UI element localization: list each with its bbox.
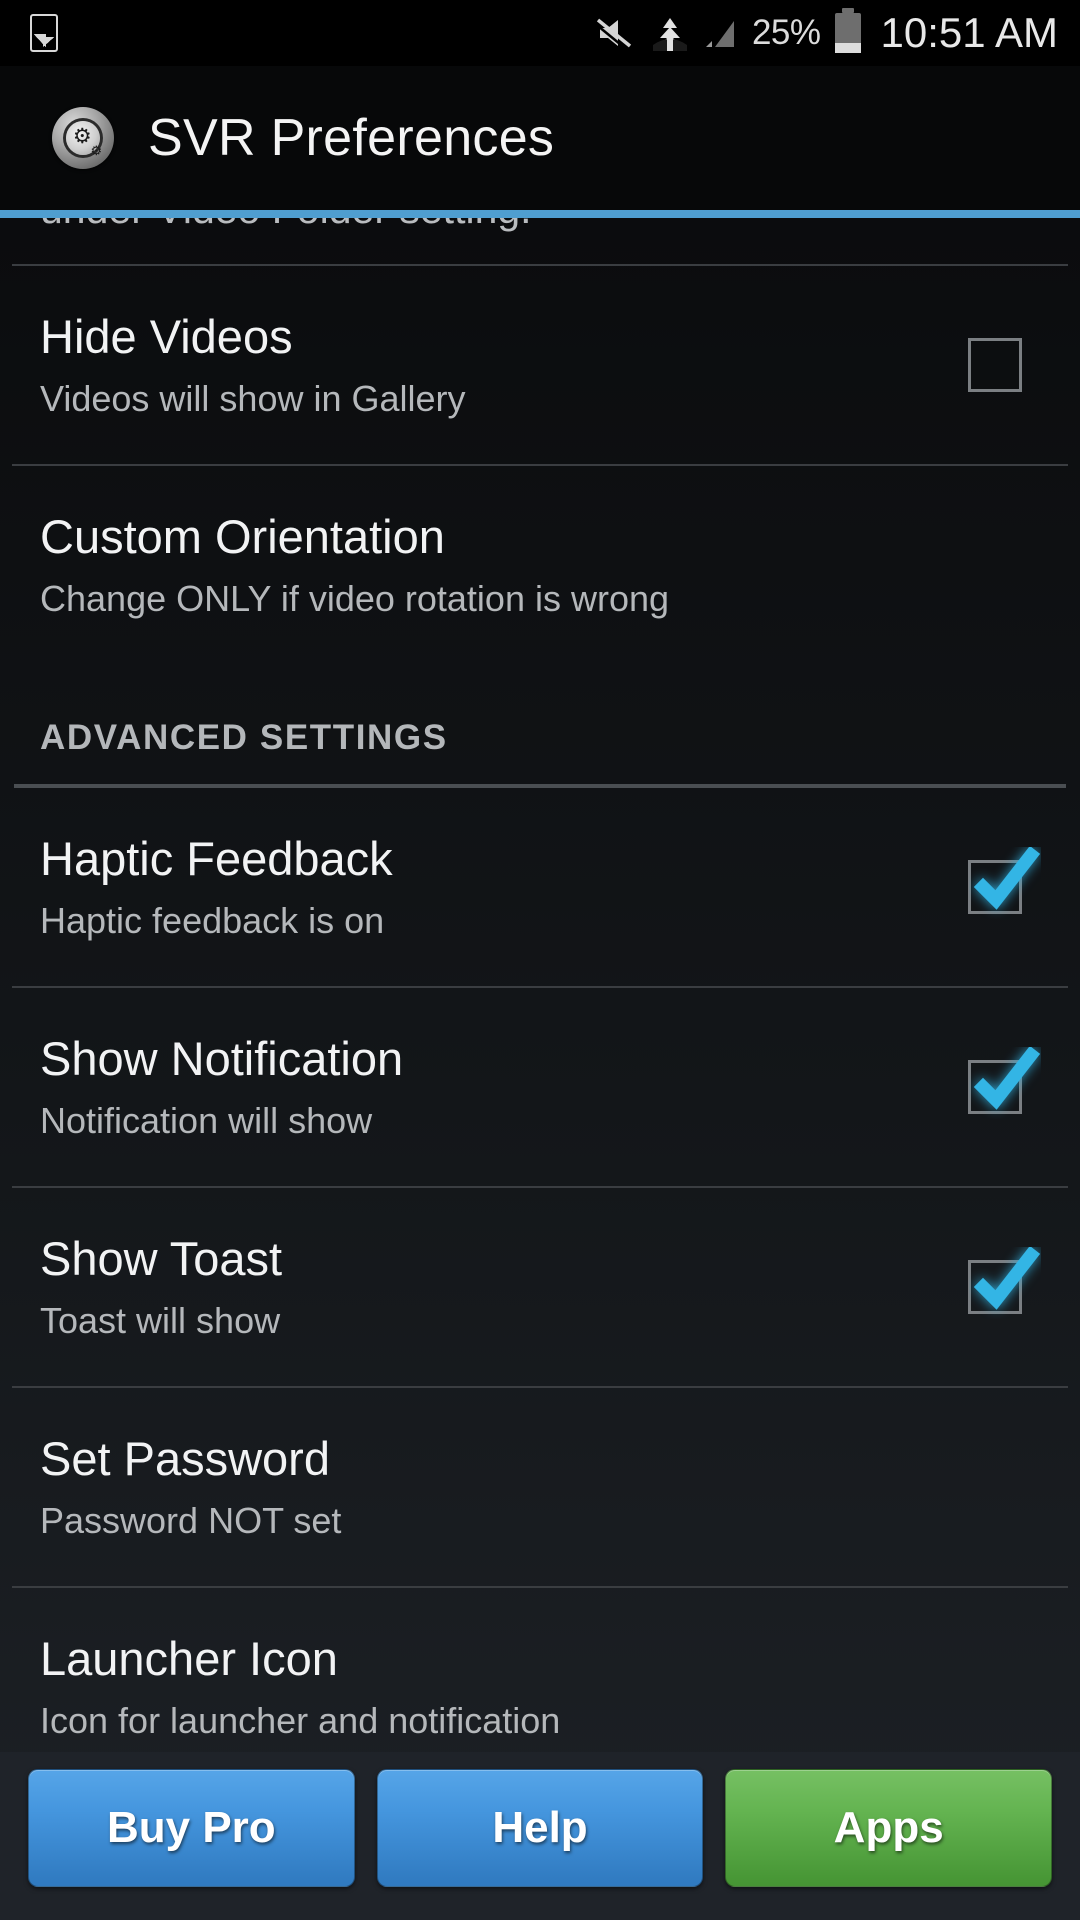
gear-small-glyph: ⚙ <box>90 143 103 159</box>
status-bar-clock: 10:51 AM <box>880 9 1058 56</box>
row-subtitle: Password NOT set <box>40 1499 342 1541</box>
preference-row-hide-videos[interactable]: Hide Videos Videos will show in Gallery <box>0 266 1080 464</box>
help-button[interactable]: Help <box>376 1769 704 1887</box>
page-title: SVR Preferences <box>148 109 555 167</box>
checkbox-show-notification[interactable] <box>968 1045 1041 1114</box>
preference-row-show-notification[interactable]: Show Notification Notification will show <box>0 988 1080 1186</box>
row-title: Launcher Icon <box>40 1631 338 1685</box>
section-header-advanced-settings: ADVANCED SETTINGS <box>0 664 1080 784</box>
apps-button[interactable]: Apps <box>725 1769 1053 1887</box>
row-title: Haptic Feedback <box>40 831 393 885</box>
preference-row-custom-orientation[interactable]: Custom Orientation Change ONLY if video … <box>0 466 1080 664</box>
signal-icon <box>704 17 738 49</box>
preference-row-haptic-feedback[interactable]: Haptic Feedback Haptic feedback is on <box>0 788 1080 986</box>
row-text: Custom Orientation Change ONLY if video … <box>40 509 1040 619</box>
status-bar-left <box>30 14 58 52</box>
preference-row-set-password[interactable]: Set Password Password NOT set <box>0 1388 1080 1586</box>
checkmark-icon <box>969 845 1041 919</box>
row-title: Show Toast <box>40 1231 283 1285</box>
checkbox-show-toast[interactable] <box>968 1245 1041 1314</box>
gear-glyph: ⚙ <box>72 125 92 149</box>
row-title: Show Notification <box>40 1031 404 1085</box>
status-bar: 25% 10:51 AM <box>0 0 1080 66</box>
app-bar: ⚙ ⚙ SVR Preferences <box>0 66 1080 210</box>
row-text: Show Toast Toast will show <box>40 1231 968 1341</box>
row-text: Hide Videos Videos will show in Gallery <box>40 309 968 419</box>
checkbox-hide-videos[interactable] <box>968 338 1022 392</box>
clipped-previous-summary: under Video Folder setting. <box>0 218 1080 264</box>
battery-icon <box>834 8 861 53</box>
row-text: Launcher Icon Icon for launcher and noti… <box>40 1631 1040 1741</box>
checkmark-icon <box>969 1045 1041 1119</box>
buy-pro-button[interactable]: Buy Pro <box>28 1769 355 1887</box>
bottom-button-bar: Buy Pro Help Apps <box>0 1752 1080 1920</box>
mute-icon <box>596 16 636 50</box>
status-bar-right: 25% 10:51 AM <box>596 8 1058 57</box>
row-title: Custom Orientation <box>40 509 445 563</box>
svr-disc-gear-icon[interactable]: ⚙ ⚙ <box>52 107 114 169</box>
row-subtitle: Icon for launcher and notification <box>40 1699 561 1741</box>
row-subtitle: Change ONLY if video rotation is wrong <box>40 577 670 619</box>
checkbox-haptic-feedback[interactable] <box>968 845 1041 914</box>
row-subtitle: Haptic feedback is on <box>40 899 385 941</box>
row-subtitle: Toast will show <box>40 1299 281 1341</box>
clipped-previous-summary-text: under Video Folder setting. <box>40 218 532 233</box>
row-text: Set Password Password NOT set <box>40 1431 1040 1541</box>
row-subtitle: Notification will show <box>40 1099 373 1141</box>
row-title: Hide Videos <box>40 309 293 363</box>
row-text: Haptic Feedback Haptic feedback is on <box>40 831 968 941</box>
preference-row-show-toast[interactable]: Show Toast Toast will show <box>0 1188 1080 1386</box>
checkmark-icon <box>969 1245 1041 1319</box>
vpn-tree-icon <box>650 15 690 51</box>
photo-icon <box>30 14 58 52</box>
battery-percent: 25% <box>751 13 821 52</box>
row-title: Set Password <box>40 1431 330 1485</box>
preferences-list[interactable]: under Video Folder setting. Hide Videos … <box>0 218 1080 1920</box>
section-header-label: ADVANCED SETTINGS <box>40 718 448 757</box>
row-text: Show Notification Notification will show <box>40 1031 968 1141</box>
row-subtitle: Videos will show in Gallery <box>40 377 466 419</box>
accent-divider <box>0 210 1080 218</box>
